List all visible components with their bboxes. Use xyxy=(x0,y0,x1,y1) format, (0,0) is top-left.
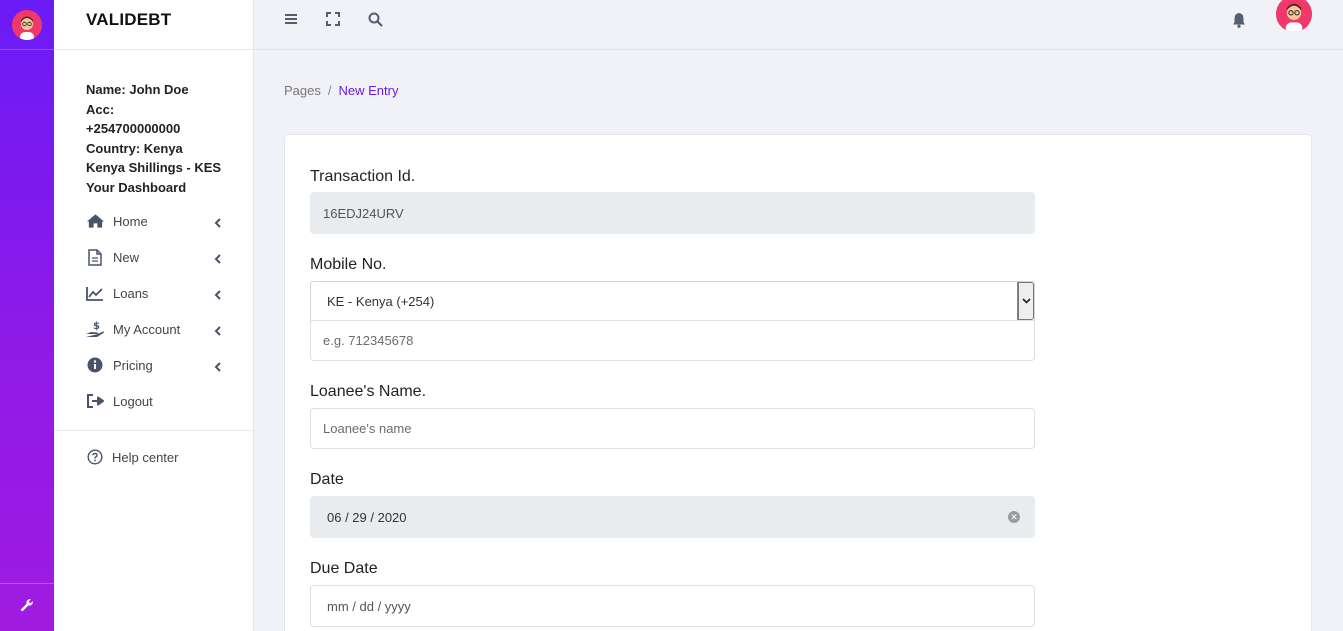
rail-footer xyxy=(0,583,54,631)
user-info: Name: John Doe Acc: +254700000000 Countr… xyxy=(54,50,253,197)
sidebar-item-pricing[interactable]: Pricing xyxy=(85,347,253,383)
sidebar-item-label: My Account xyxy=(113,321,181,337)
sidebar-item-label: Logout xyxy=(113,393,153,409)
question-circle-icon xyxy=(86,449,104,465)
sidebar: VALIDEBT Name: John Doe Acc: +2547000000… xyxy=(54,0,254,631)
chevron-down-icon[interactable] xyxy=(1017,282,1034,320)
sidebar-nav: Home New Loans $ My Account Pricing Logo… xyxy=(54,203,253,419)
country-code-select[interactable]: KE - Kenya (+254) xyxy=(310,281,1035,321)
due-date-placeholder: mm / dd / yyyy xyxy=(327,598,411,614)
breadcrumb-current: New Entry xyxy=(338,83,399,98)
chevron-left-icon xyxy=(214,252,221,267)
date-input[interactable]: 06 / 29 / 2020 ✕ xyxy=(310,496,1035,538)
breadcrumb-separator: / xyxy=(327,83,332,98)
app-rail xyxy=(0,0,54,631)
transaction-id-field[interactable]: 16EDJ24URV xyxy=(310,192,1035,234)
user-currency: Kenya Shillings - KES xyxy=(86,160,222,175)
sidebar-item-label: Home xyxy=(113,213,148,229)
chevron-left-icon xyxy=(214,324,221,339)
wrench-icon[interactable] xyxy=(20,598,34,617)
sidebar-item-new[interactable]: New xyxy=(85,239,253,275)
chevron-left-icon xyxy=(214,288,221,303)
entry-form-card: Transaction Id. 16EDJ24URV Mobile No. KE… xyxy=(284,134,1312,631)
sidebar-item-label: New xyxy=(113,249,140,265)
sidebar-item-home[interactable]: Home xyxy=(85,203,253,239)
top-bar xyxy=(254,0,1343,50)
date-value: 06 / 29 / 2020 xyxy=(327,509,407,525)
clear-date-icon[interactable]: ✕ xyxy=(1008,511,1020,523)
sidebar-item-my-account[interactable]: $ My Account xyxy=(85,311,253,347)
mobile-number-placeholder: e.g. 712345678 xyxy=(323,333,414,348)
brand-title[interactable]: VALIDEBT xyxy=(54,0,253,50)
user-acc-label: Acc: xyxy=(86,101,115,117)
menu-icon[interactable] xyxy=(284,12,298,31)
date-label: Date xyxy=(310,471,344,488)
sidebar-item-logout[interactable]: Logout xyxy=(85,383,253,419)
loanee-name-label: Loanee's Name. xyxy=(310,383,427,400)
document-icon xyxy=(85,248,105,266)
dashboard-heading: Your Dashboard xyxy=(86,179,187,195)
user-avatar[interactable] xyxy=(1276,0,1312,32)
user-name: Name: John Doe xyxy=(86,82,189,97)
transaction-id-value: 16EDJ24URV xyxy=(323,205,404,221)
help-center-link[interactable]: Help center xyxy=(86,449,178,465)
search-icon[interactable] xyxy=(368,12,383,32)
logout-icon xyxy=(85,392,105,410)
chart-line-icon xyxy=(85,284,105,302)
sidebar-item-label: Loans xyxy=(113,285,149,301)
sidebar-item-label: Pricing xyxy=(113,357,153,373)
due-date-label: Due Date xyxy=(310,560,378,577)
svg-text:$: $ xyxy=(93,321,100,332)
chevron-left-icon xyxy=(214,360,221,375)
sidebar-divider xyxy=(54,430,253,431)
rail-header xyxy=(0,0,54,50)
country-code-value: KE - Kenya (+254) xyxy=(327,293,435,309)
chevron-left-icon xyxy=(214,216,221,231)
loanee-name-placeholder: Loanee's name xyxy=(323,421,412,436)
rail-avatar[interactable] xyxy=(12,9,42,40)
due-date-input[interactable]: mm / dd / yyyy xyxy=(310,585,1035,627)
home-icon xyxy=(85,212,105,230)
breadcrumb-parent[interactable]: Pages xyxy=(284,83,321,98)
fullscreen-icon[interactable] xyxy=(326,12,340,31)
info-circle-icon xyxy=(85,356,105,374)
bell-icon[interactable] xyxy=(1232,12,1246,33)
mobile-no-label: Mobile No. xyxy=(310,256,387,273)
hand-dollar-icon: $ xyxy=(85,320,105,338)
user-country: Country: Kenya xyxy=(86,140,183,156)
mobile-number-input[interactable]: e.g. 712345678 xyxy=(310,320,1035,361)
user-acc-number: +254700000000 xyxy=(86,121,181,136)
help-center-label: Help center xyxy=(112,449,179,465)
transaction-id-label: Transaction Id. xyxy=(310,168,416,185)
breadcrumb: Pages / New Entry xyxy=(284,83,398,98)
loanee-name-input[interactable]: Loanee's name xyxy=(310,408,1035,449)
sidebar-item-loans[interactable]: Loans xyxy=(85,275,253,311)
